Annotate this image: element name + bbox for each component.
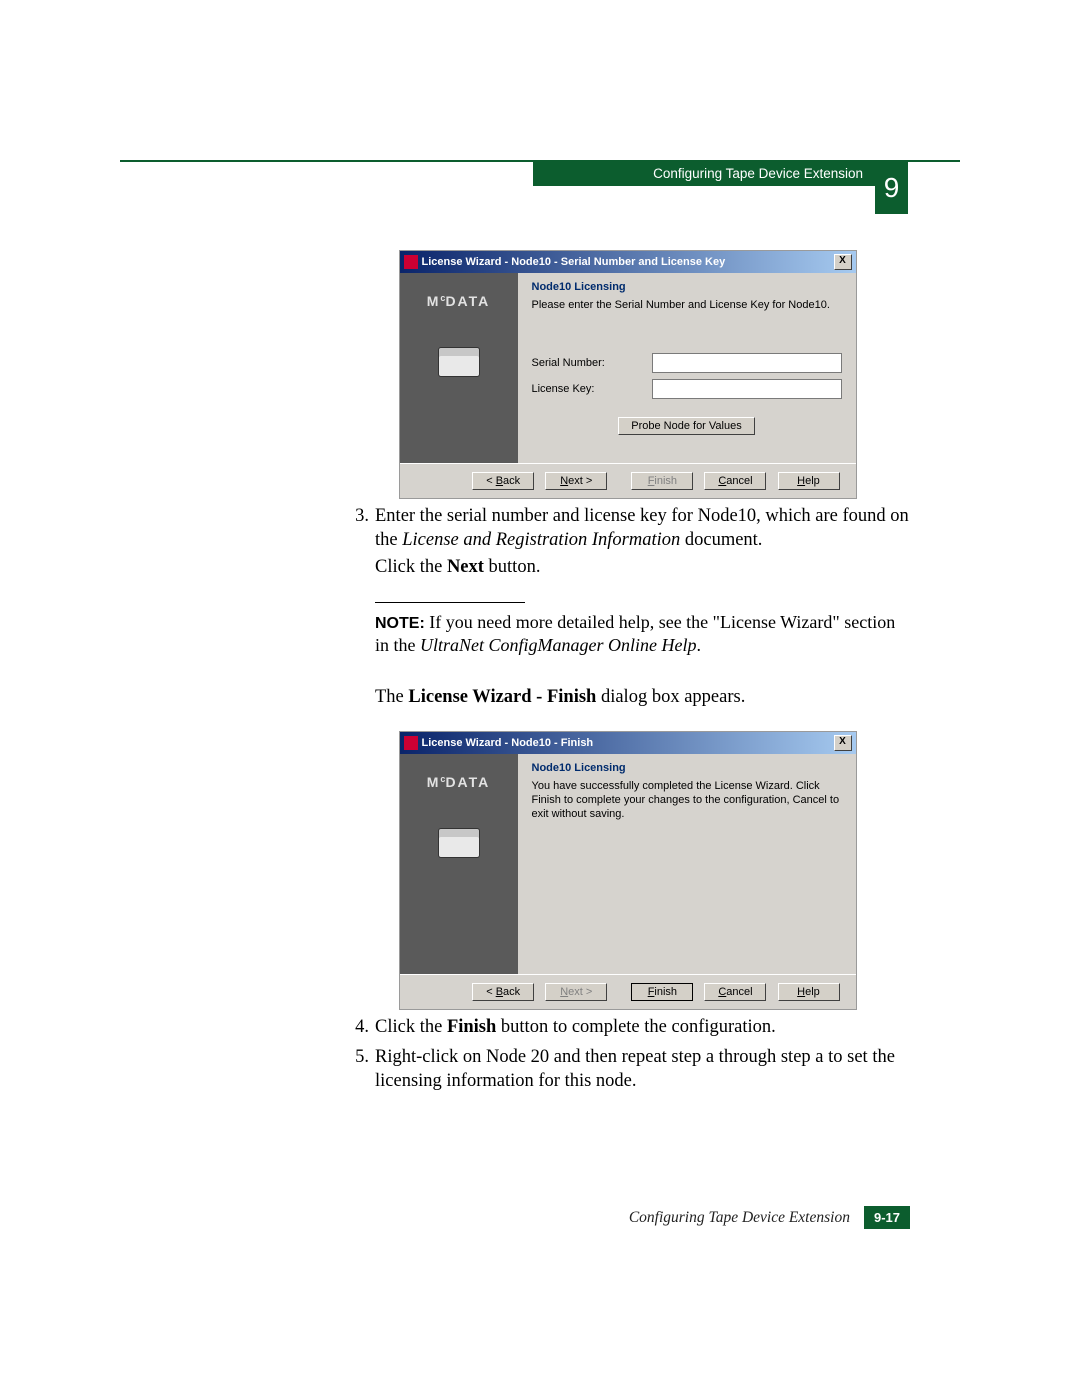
side-panel: McDATA: [400, 273, 518, 463]
step-3: 3. Enter the serial number and license k…: [345, 505, 910, 580]
step-4: 4. Click the Finish button to complete t…: [345, 1016, 910, 1040]
step-4-text: Click the Finish button to complete the …: [375, 1017, 776, 1037]
license-key-row: License Key:: [532, 379, 842, 399]
step-number: 3.: [345, 505, 369, 529]
dialog-title: License Wizard - Node10 - Finish: [422, 737, 834, 749]
dialog-title: License Wizard - Node10 - Serial Number …: [422, 256, 834, 268]
step-list: 3. Enter the serial number and license k…: [345, 505, 910, 580]
finish-button: Finish: [631, 472, 693, 490]
device-icon: [438, 828, 480, 858]
license-key-label: License Key:: [532, 383, 652, 395]
footer: Configuring Tape Device Extension 9-17: [629, 1206, 910, 1229]
step-5-text: Right-click on Node 20 and then repeat s…: [375, 1047, 895, 1091]
back-button[interactable]: < Back: [472, 472, 534, 490]
license-wizard-finish-dialog: License Wizard - Node10 - Finish X McDAT…: [399, 731, 857, 1010]
titlebar: License Wizard - Node10 - Serial Number …: [400, 251, 856, 273]
next-button[interactable]: Next >: [545, 472, 607, 490]
dialog-buttons: < Back Next > Finish Cancel Help: [400, 974, 856, 1009]
titlebar: License Wizard - Node10 - Finish X: [400, 732, 856, 754]
close-icon[interactable]: X: [834, 254, 852, 270]
dialog-buttons: < Back Next > Finish Cancel Help: [400, 463, 856, 498]
dialog-heading: Node10 Licensing: [532, 281, 842, 293]
brand-logo: McDATA: [400, 774, 518, 790]
probe-values-button[interactable]: Probe Node for Values: [618, 417, 754, 435]
next-button: Next >: [545, 983, 607, 1001]
serial-number-label: Serial Number:: [532, 357, 652, 369]
dialog-heading: Node10 Licensing: [532, 762, 842, 774]
brand-logo: McDATA: [400, 293, 518, 309]
license-key-input[interactable]: [652, 379, 842, 399]
dialog-body: McDATA Node10 Licensing You have success…: [400, 754, 856, 974]
close-icon[interactable]: X: [834, 735, 852, 751]
device-icon: [438, 347, 480, 377]
step-list-2: 4. Click the Finish button to complete t…: [345, 1016, 910, 1093]
probe-row: Probe Node for Values: [532, 417, 842, 435]
content-area: License Wizard - Node10 - Serial Number …: [345, 250, 910, 1099]
app-icon: [404, 736, 418, 750]
dialog-instruction: Please enter the Serial Number and Licen…: [532, 299, 842, 313]
note-label: NOTE:: [375, 615, 425, 632]
note-rule: [375, 602, 525, 603]
main-panel: Node10 Licensing You have successfully c…: [518, 754, 856, 974]
help-button[interactable]: Help: [778, 983, 840, 1001]
cancel-button[interactable]: Cancel: [704, 472, 766, 490]
chapter-number-tab: 9: [875, 162, 908, 214]
app-icon: [404, 255, 418, 269]
step-5: 5. Right-click on Node 20 and then repea…: [345, 1046, 910, 1093]
page: Configuring Tape Device Extension 9 Lice…: [0, 0, 1080, 1397]
license-wizard-serial-dialog: License Wizard - Node10 - Serial Number …: [399, 250, 857, 499]
dialog-body-text: You have successfully completed the Lice…: [532, 780, 842, 821]
dialog-body: McDATA Node10 Licensing Please enter the…: [400, 273, 856, 463]
note: NOTE: If you need more detailed help, se…: [345, 611, 910, 658]
back-button[interactable]: < Back: [472, 983, 534, 1001]
help-button[interactable]: Help: [778, 472, 840, 490]
header-section-title: Configuring Tape Device Extension: [533, 162, 875, 186]
step-3-text: Enter the serial number and license key …: [375, 506, 909, 550]
footer-page-number: 9-17: [864, 1206, 910, 1229]
side-panel: McDATA: [400, 754, 518, 974]
footer-title: Configuring Tape Device Extension: [629, 1209, 850, 1227]
finish-dialog-intro: The License Wizard - Finish dialog box a…: [345, 686, 910, 710]
main-panel: Node10 Licensing Please enter the Serial…: [518, 273, 856, 463]
step-number: 4.: [345, 1016, 369, 1040]
serial-number-row: Serial Number:: [532, 353, 842, 373]
finish-button[interactable]: Finish: [631, 983, 693, 1001]
cancel-button[interactable]: Cancel: [704, 983, 766, 1001]
serial-number-input[interactable]: [652, 353, 842, 373]
step-3-sub: Click the Next button.: [375, 556, 910, 580]
step-number: 5.: [345, 1046, 369, 1070]
